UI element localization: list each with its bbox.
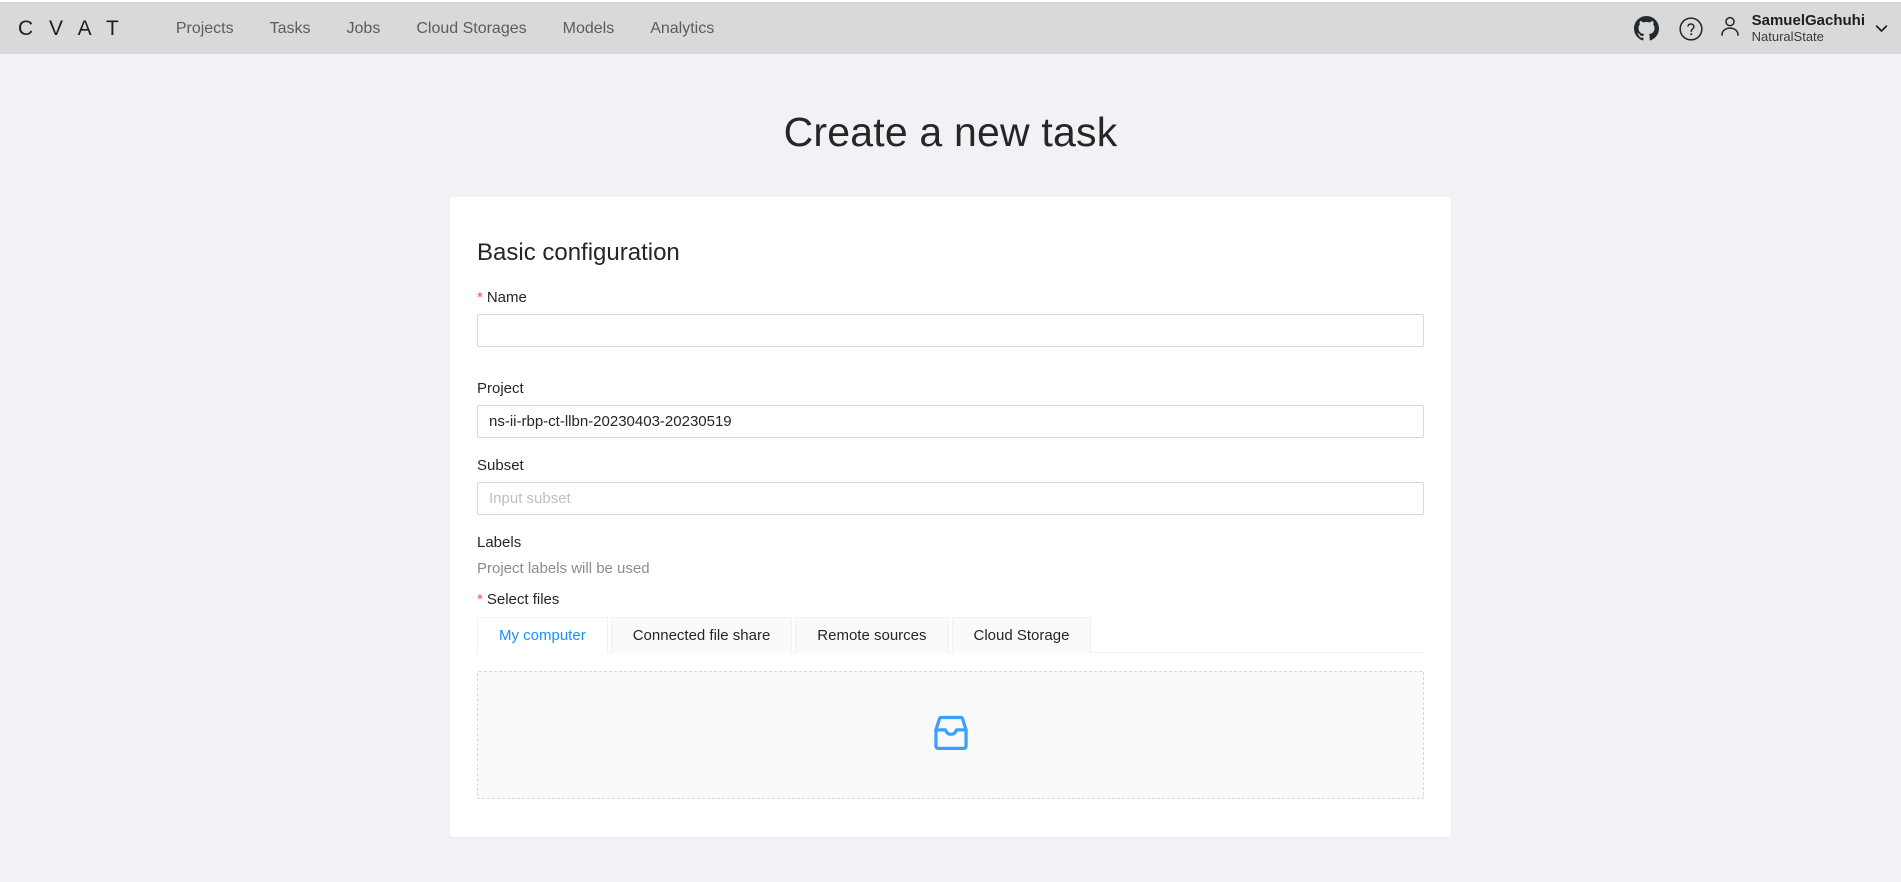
page-body: Create a new task Basic configuration * N… [0,54,1901,882]
github-icon[interactable] [1625,3,1669,54]
nav-item-tasks[interactable]: Tasks [252,14,329,44]
label-name-text: Name [486,289,527,306]
cvat-logo[interactable]: C V A T [18,17,124,41]
create-task-card: Basic configuration *Name Project Subset… [450,197,1451,837]
inbox-icon [930,712,972,759]
field-subset: Subset [477,457,1424,515]
question-circle-icon[interactable] [1669,3,1713,54]
nav-item-analytics[interactable]: Analytics [632,14,732,44]
file-dropzone[interactable] [477,671,1424,799]
field-project: Project [477,380,1424,438]
field-labels: Labels Project labels will be used [477,534,1424,577]
main-nav: Projects Tasks Jobs Cloud Storages Model… [158,14,732,44]
user-avatar-icon [1717,13,1743,44]
project-select-input[interactable] [477,405,1424,438]
field-select-files: * Select files My computer Connected file… [477,591,1424,799]
label-labels: Labels [477,534,522,551]
app-header: C V A T Projects Tasks Jobs Cloud Storag… [0,3,1901,54]
labels-hint-text: Project labels will be used [477,560,650,577]
nav-item-models[interactable]: Models [545,14,633,44]
label-select-files-text: Select files [486,591,560,608]
tab-my-computer[interactable]: My computer [477,617,608,653]
header-right-group: SamuelGachuhi NaturalState [1625,3,1891,54]
nav-item-jobs[interactable]: Jobs [329,14,399,44]
chevron-down-icon[interactable] [1871,3,1891,54]
required-marker-name: * [477,289,483,306]
subset-input[interactable] [477,482,1424,515]
user-organization: NaturalState [1751,28,1824,44]
label-select-files: * Select files [477,591,1424,608]
label-project: Project [477,380,524,397]
label-name: * Name [477,289,1424,306]
name-input[interactable] [477,314,1424,347]
label-subset: Subset [477,457,524,474]
user-menu[interactable]: SamuelGachuhi NaturalState [1713,12,1871,44]
tab-remote-sources[interactable]: Remote sources [795,617,949,653]
tab-connected-file-share[interactable]: Connected file share [610,617,793,653]
section-title-basic-configuration: Basic configuration [477,239,680,266]
nav-item-projects[interactable]: Projects [158,14,252,44]
file-source-tabs: My computer Connected file share Remote … [477,616,1424,653]
user-identity: SamuelGachuhi NaturalState [1752,12,1865,44]
user-name: SamuelGachuhi [1751,12,1865,30]
nav-item-cloud-storages[interactable]: Cloud Storages [398,14,544,44]
page-title: Create a new task [783,109,1118,155]
tab-cloud-storage[interactable]: Cloud Storage [951,617,1092,653]
field-name: * Name [477,289,1424,347]
required-marker-select-files: * [477,591,483,608]
